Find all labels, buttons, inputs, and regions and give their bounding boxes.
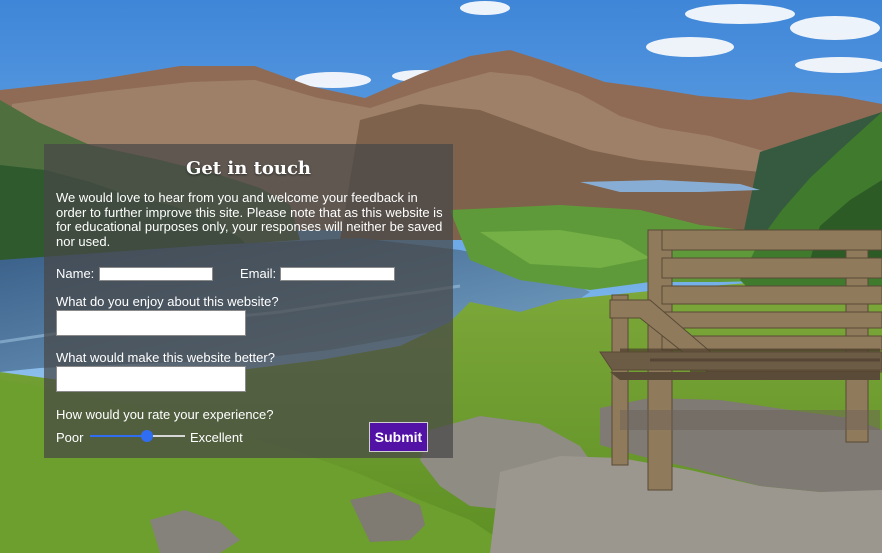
form-intro-text: We would love to hear from you and welco…: [56, 190, 443, 249]
name-label: Name:: [56, 266, 95, 281]
name-input[interactable]: [99, 267, 213, 281]
rating-slider-thumb[interactable]: [141, 430, 153, 442]
better-label: What would make this website better?: [56, 350, 275, 365]
rating-max-label: Excellent: [190, 430, 243, 445]
enjoy-label: What do you enjoy about this website?: [56, 294, 279, 309]
email-label: Email:: [240, 266, 277, 281]
feedback-form-panel: Get in touch We would love to hear from …: [44, 144, 453, 458]
rating-slider[interactable]: [90, 430, 185, 442]
submit-button[interactable]: Submit: [369, 422, 428, 452]
email-input[interactable]: [280, 267, 395, 281]
rating-label: How would you rate your experience?: [56, 407, 274, 422]
rating-slider-fill: [90, 435, 147, 437]
better-textarea[interactable]: [56, 366, 246, 392]
form-title: Get in touch: [185, 158, 312, 179]
rating-min-label: Poor: [56, 430, 84, 445]
enjoy-textarea[interactable]: [56, 310, 246, 336]
